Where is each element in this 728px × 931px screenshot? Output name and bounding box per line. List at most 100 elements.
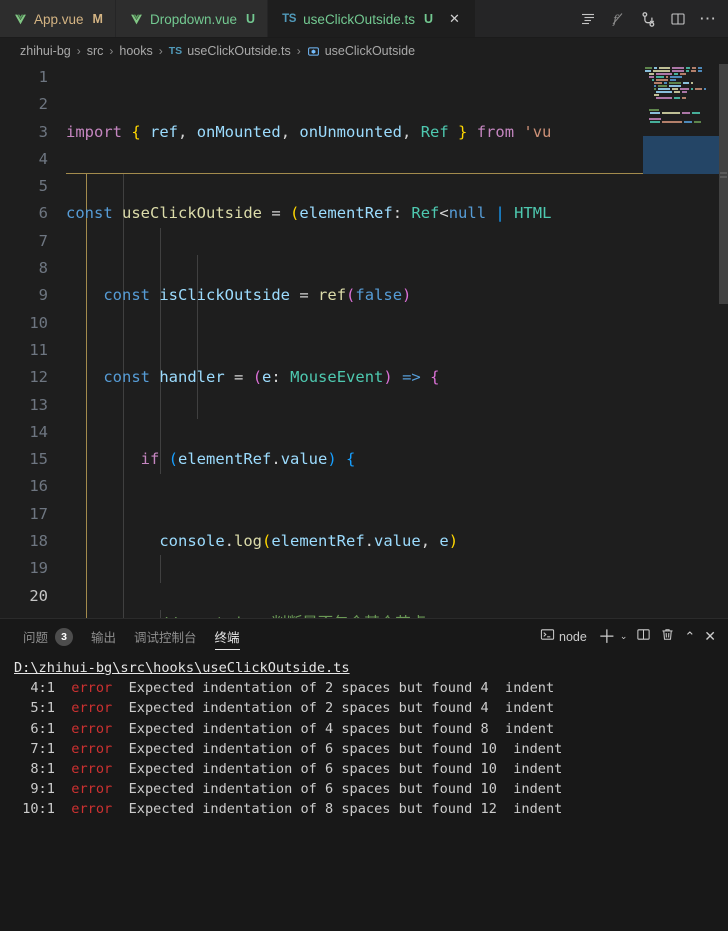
chevron-up-icon: ⌃ [684,628,696,644]
error-message: Expected indentation of 2 spaces but fou… [112,700,555,717]
panel-tab-debug-console[interactable]: 调试控制台 [125,619,206,654]
terminal-error-line: 9:1 error Expected indentation of 6 spac… [14,779,728,799]
panel-tab-label: 终端 [214,631,240,645]
breadcrumb-item-zhihui-bg[interactable]: zhihui-bg [18,44,73,58]
error-location: 5:1 [14,700,72,717]
editor-vertical-scrollbar[interactable] [719,64,728,304]
breadcrumb-separator: › [76,44,81,58]
terminal-error-line: 5:1 error Expected indentation of 2 spac… [14,698,728,718]
svg-text:f: f [612,13,620,27]
editor-tab-dropdown-vue[interactable]: Dropdown.vue U [115,0,269,38]
git-status-badge: U [246,12,256,26]
line-number: 15 [29,450,48,469]
line-number: 10 [29,313,48,332]
ts-icon: TS [168,45,183,57]
panel-tab-terminal[interactable]: 终端 [206,619,249,654]
error-level: error [71,801,113,818]
terminal-name: node [559,629,587,644]
plus-icon: ＋ [597,626,616,647]
breadcrumb-item-hooks[interactable]: hooks [117,44,154,58]
close-icon: ✕ [704,628,716,644]
minimap-line [643,123,719,126]
symbol-variable-icon [307,45,320,58]
panel-header: 问题 3 输出 调试控制台 终端 node ＋ ⌄ ⌃ ✕ [0,619,728,654]
split-editor-icon[interactable] [664,4,692,34]
error-message: Expected indentation of 6 spaces but fou… [112,761,563,778]
error-location: 8:1 [14,761,72,778]
format-icon[interactable]: f [604,4,632,34]
error-level: error [71,761,113,778]
tab-label: useClickOutside.ts [303,11,415,27]
code-line: import { ref, onMounted, onUnmounted, Re… [66,122,552,141]
minimap[interactable] [643,64,719,618]
code-line: const isClickOutside = ref(false) [103,286,412,305]
code-editor[interactable]: 1 2 3 4 5 6 7 8 9 10 11 12 13 14 15 16 17 18 19 20 import {… [0,64,728,618]
split-terminal-button[interactable] [632,623,655,651]
tab-label: Dropdown.vue [149,11,238,27]
git-status-badge: U [423,12,433,26]
kill-terminal-button[interactable] [656,623,679,651]
editor-tab-app-vue[interactable]: App.vue M [0,0,116,38]
code-content: import { ref, onMounted, onUnmounted, Re… [66,64,728,618]
trash-icon [660,627,675,647]
error-location: 7:1 [14,740,72,757]
panel-tab-label: 输出 [91,631,117,645]
close-icon[interactable]: ✕ [446,11,463,28]
terminal-file-path[interactable]: D:\zhihui-bg\src\hooks\useClickOutside.t… [14,658,728,678]
terminal-error-line: 6:1 error Expected indentation of 4 spac… [14,719,728,739]
line-number: 8 [38,259,48,278]
line-number: 5 [38,177,48,196]
tab-label: App.vue [34,11,84,27]
line-number: 1 [38,68,48,86]
code-line: const useClickOutside = (elementRef: Ref… [66,204,552,223]
split-terminal-icon [636,627,651,647]
terminal-path-text[interactable]: D:\zhihui-bg\src\hooks\useClickOutside.t… [14,660,350,676]
vue-icon [14,13,27,26]
panel-tab-output[interactable]: 输出 [82,619,125,654]
breadcrumb-label: useClickOutside [324,44,416,58]
line-number: 13 [29,395,48,414]
line-number: 16 [29,477,48,496]
terminal-error-line: 7:1 error Expected indentation of 6 spac… [14,739,728,759]
terminal-selector[interactable]: node [536,623,593,651]
breadcrumb-label: src [86,44,104,58]
breadcrumb-label: useClickOutside.ts [187,44,291,58]
minimap-slider[interactable] [643,136,719,174]
error-level: error [71,720,113,737]
new-terminal-button[interactable]: ＋ ⌄ [594,623,632,651]
panel-tab-problems[interactable]: 问题 3 [14,619,82,654]
line-number: 20 [29,586,48,605]
breadcrumb-item-src[interactable]: src [85,44,106,58]
error-message: Expected indentation of 6 spaces but fou… [112,740,563,757]
outline-icon[interactable] [574,4,602,34]
line-number: 7 [38,231,48,250]
line-number: 9 [38,286,48,305]
terminal-error-line: 4:1 error Expected indentation of 2 spac… [14,678,728,698]
panel-tab-label: 调试控制台 [134,631,197,645]
breadcrumb-item-symbol[interactable]: useClickOutside [305,44,417,58]
maximize-panel-button[interactable]: ⌃ [680,623,699,651]
terminal-error-line: 8:1 error Expected indentation of 6 spac… [14,759,728,779]
line-number-gutter: 1 2 3 4 5 6 7 8 9 10 11 12 13 14 15 16 17 18 19 20 [0,64,66,618]
terminal-output[interactable]: D:\zhihui-bg\src\hooks\useClickOutside.t… [0,654,728,931]
editor-tab-useclickoutside-ts[interactable]: TS useClickOutside.ts U ✕ [268,0,476,38]
panel-actions: node ＋ ⌄ ⌃ ✕ [536,623,720,651]
chevron-down-icon: ⌄ [619,631,628,641]
error-message: Expected indentation of 4 spaces but fou… [112,720,555,737]
breadcrumb-separator: › [109,44,114,58]
breadcrumb-item-file[interactable]: TS useClickOutside.ts [167,44,293,58]
error-level: error [71,740,113,757]
close-panel-button[interactable]: ✕ [700,623,720,651]
breadcrumb-separator: › [158,44,163,58]
line-number: 17 [29,504,48,523]
line-number: 4 [38,149,48,168]
source-control-icon[interactable] [634,4,662,34]
panel-tab-label: 问题 [23,631,49,645]
error-message: Expected indentation of 2 spaces but fou… [112,680,555,697]
vscode-window: App.vue M Dropdown.vue U TS useClickOuts… [0,0,728,931]
breadcrumb-label: zhihui-bg [20,44,71,58]
line-number: 2 [38,95,48,114]
bottom-panel: 问题 3 输出 调试控制台 终端 node ＋ ⌄ ⌃ ✕ D:\zhihui-… [0,618,728,931]
error-location: 4:1 [14,680,72,697]
more-actions-icon[interactable]: ⋯ [694,4,722,34]
